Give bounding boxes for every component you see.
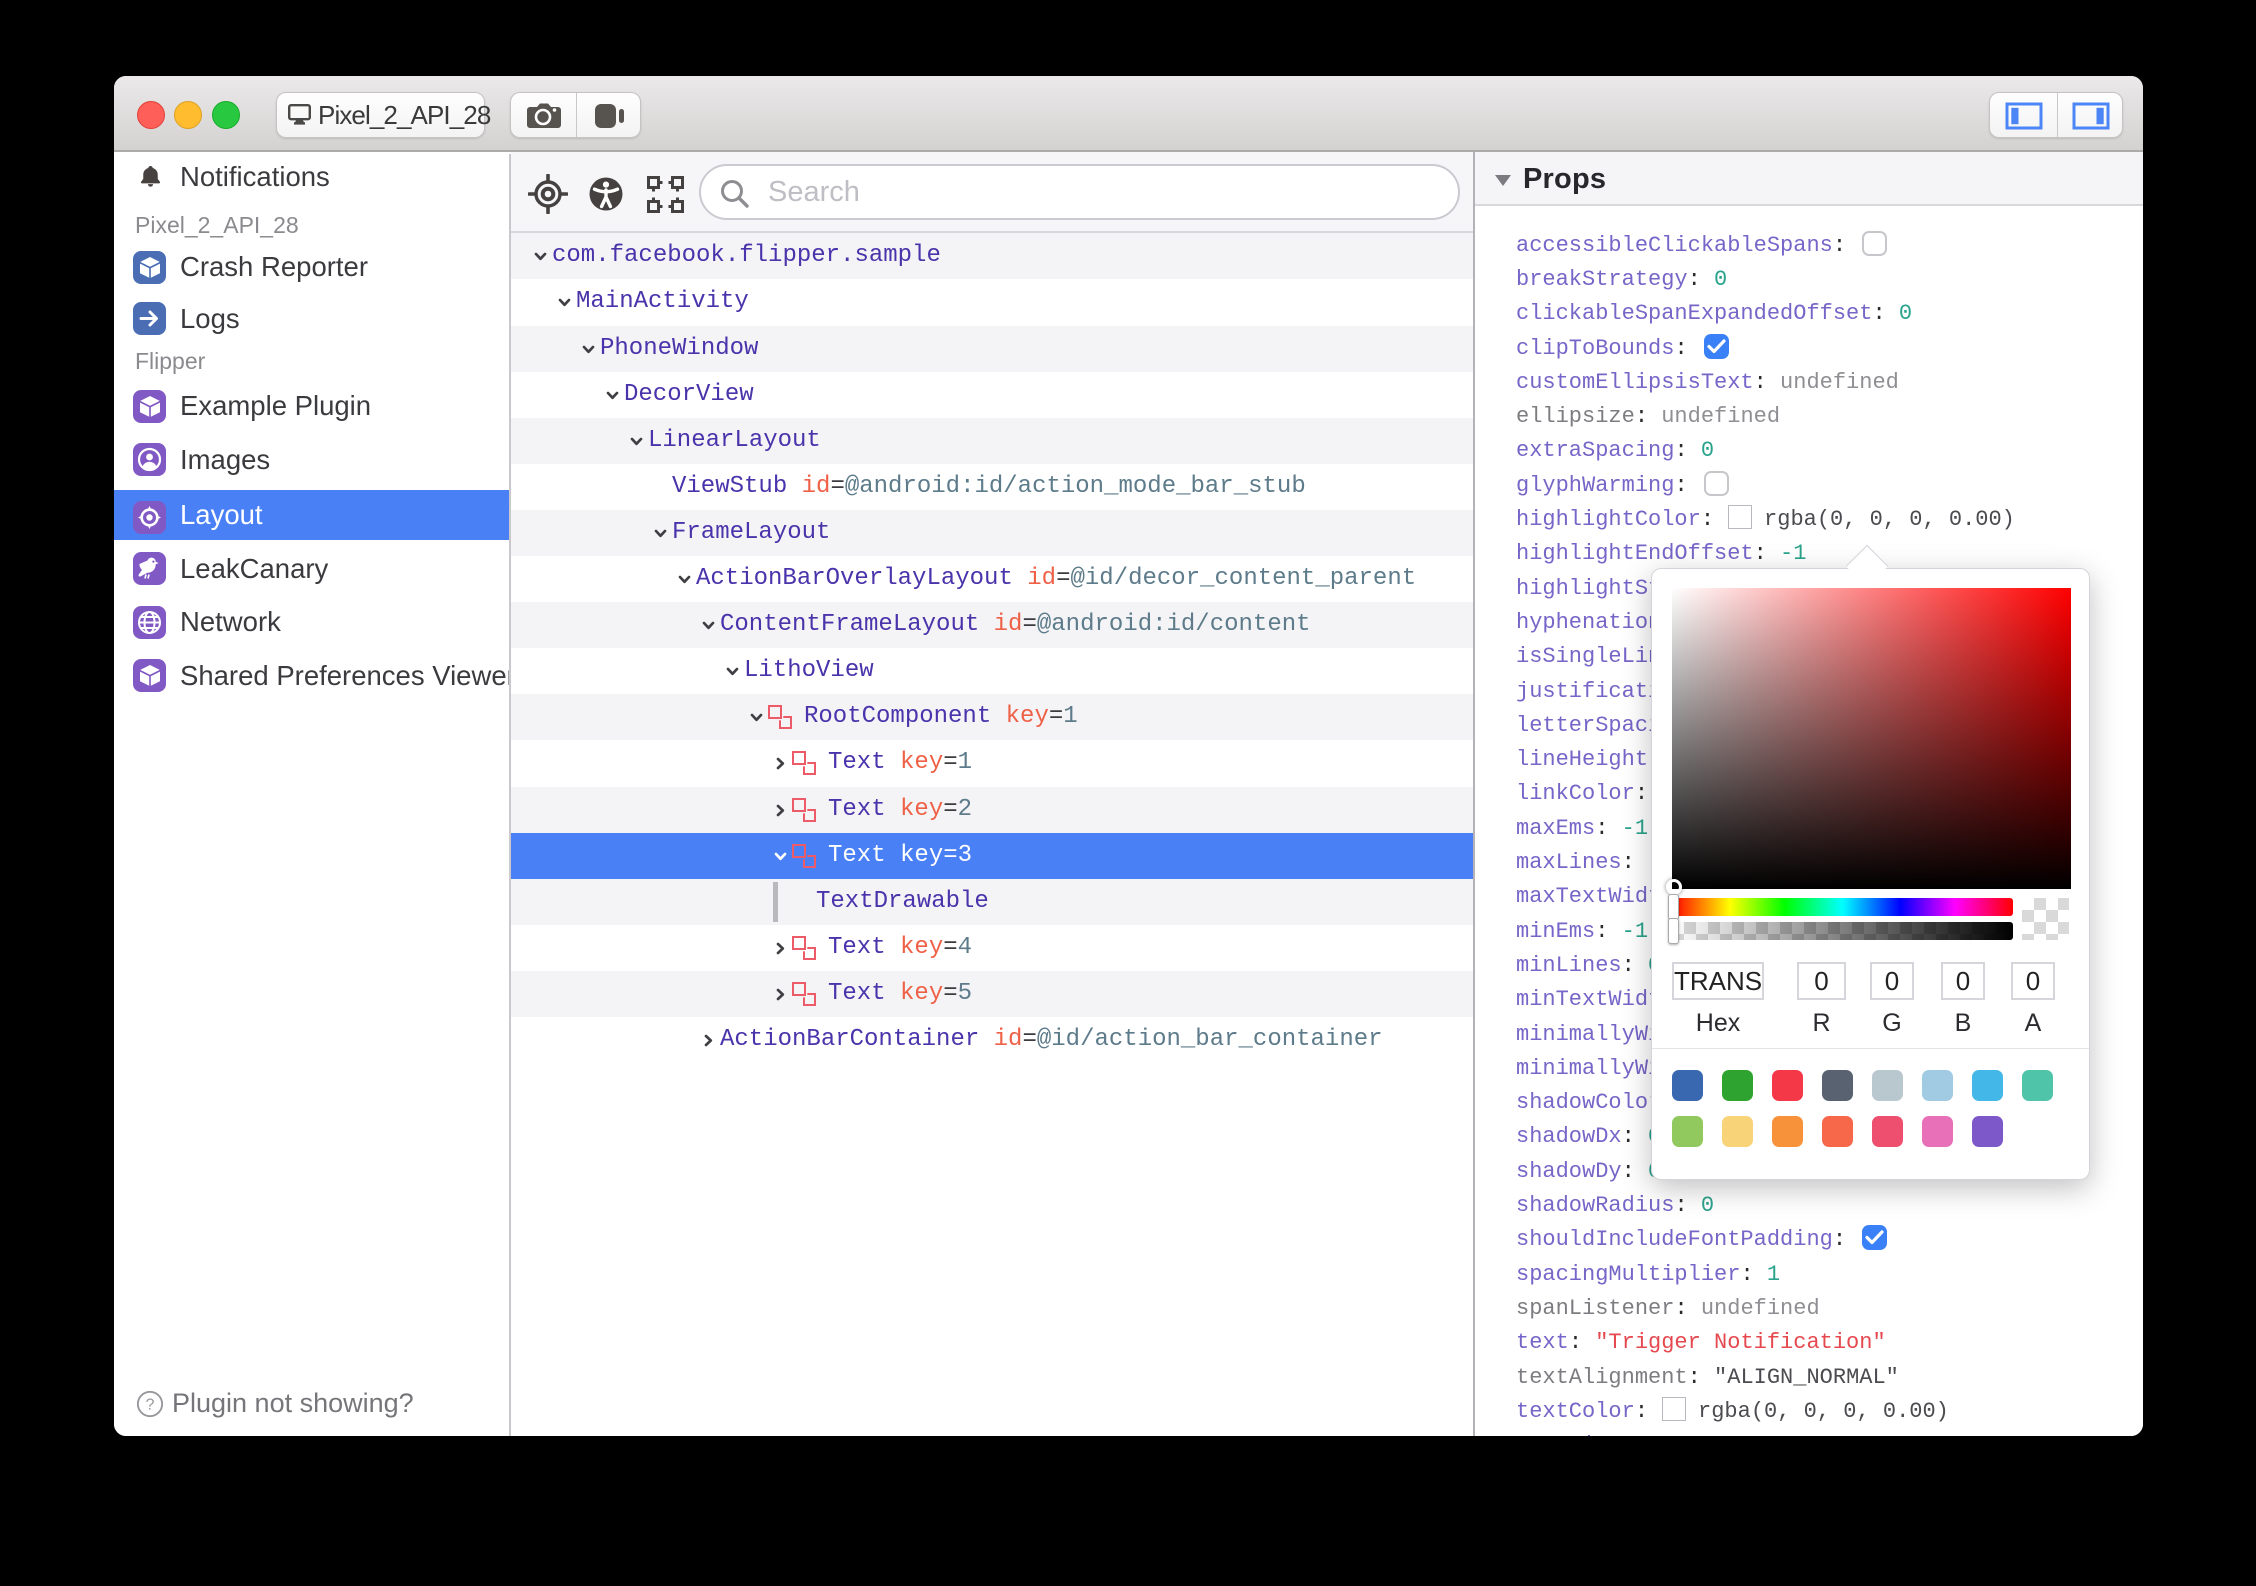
svg-text:?: ? bbox=[146, 1397, 155, 1414]
